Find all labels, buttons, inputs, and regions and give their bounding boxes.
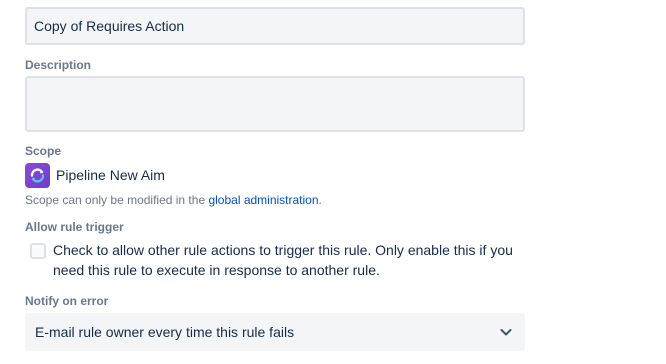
scope-project: Pipeline New Aim [25, 162, 165, 188]
project-avatar-icon [25, 162, 50, 188]
notify-on-error-value: E-mail rule owner every time this rule f… [35, 324, 295, 340]
description-label: Description [25, 58, 92, 72]
scope-helper-text: Scope can only be modified in the global… [25, 193, 322, 207]
allow-rule-trigger-label: Allow rule trigger [25, 220, 124, 234]
allow-rule-trigger-checkbox[interactable] [30, 243, 46, 259]
rule-name-input[interactable]: Copy of Requires Action [25, 7, 525, 45]
notify-on-error-select[interactable]: E-mail rule owner every time this rule f… [25, 313, 525, 351]
description-textarea[interactable] [25, 76, 525, 132]
chevron-down-icon [499, 325, 513, 339]
rule-details-form: Copy of Requires Action Description Scop… [0, 0, 666, 364]
notify-on-error-label: Notify on error [25, 294, 109, 308]
scope-project-name: Pipeline New Aim [56, 167, 165, 183]
allow-rule-trigger-text: Check to allow other rule actions to tri… [53, 242, 513, 278]
global-administration-link[interactable]: global administration [208, 193, 318, 207]
scope-label: Scope [25, 144, 62, 158]
